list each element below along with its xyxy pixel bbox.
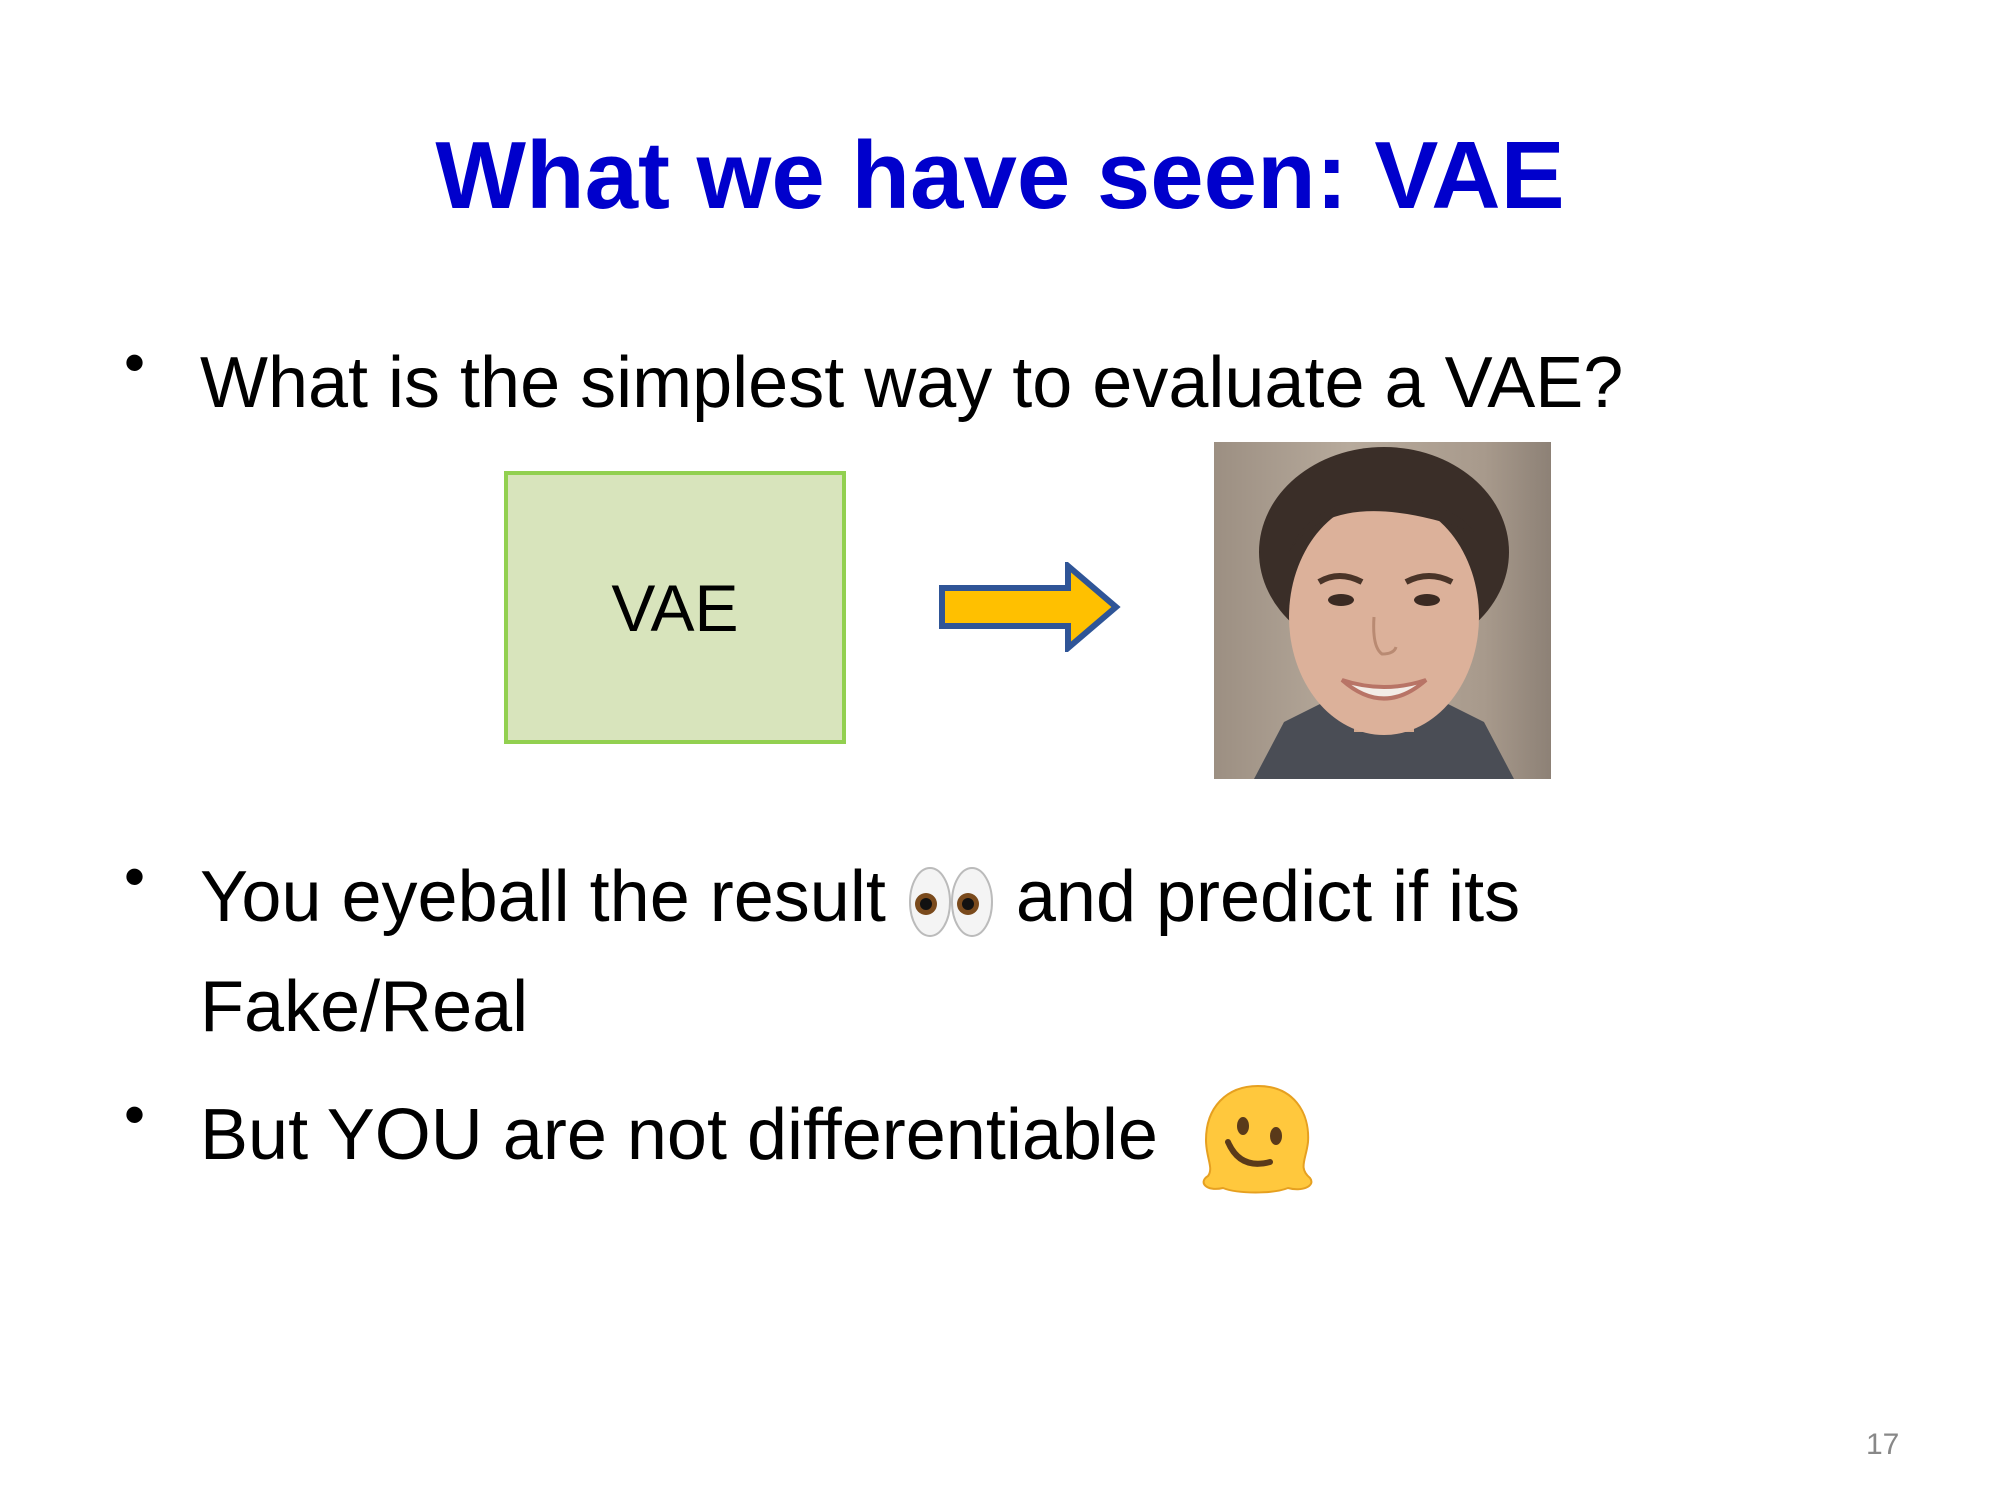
bullet-2-text: You eyeball the result (200, 857, 886, 937)
vae-box: VAE (504, 471, 846, 744)
bullet-3: But YOU are not differentiable (200, 1080, 1318, 1200)
bullet-dot: • (124, 843, 146, 910)
bullet-1: What is the simplest way to evaluate a V… (200, 343, 1624, 423)
bullet-2-line2: Fake/Real (200, 967, 529, 1047)
bullet-dot: • (124, 1081, 146, 1148)
bullet-2: You eyeball the result and predict if it… (200, 842, 1850, 1062)
right-arrow-icon (939, 562, 1121, 652)
bullet-2-text-cont: and predict if its (1015, 857, 1521, 937)
bullet-dot: • (124, 329, 146, 396)
face-photo (1214, 442, 1551, 779)
vae-box-label: VAE (611, 570, 739, 645)
eyes-emoji-icon (908, 866, 993, 937)
melting-face-emoji-icon (1202, 1084, 1313, 1194)
page-number: 17 (1866, 1428, 1900, 1461)
slide-title: What we have seen: VAE (435, 122, 1565, 229)
bullet-3-text: But YOU are not differentiable (200, 1095, 1158, 1176)
